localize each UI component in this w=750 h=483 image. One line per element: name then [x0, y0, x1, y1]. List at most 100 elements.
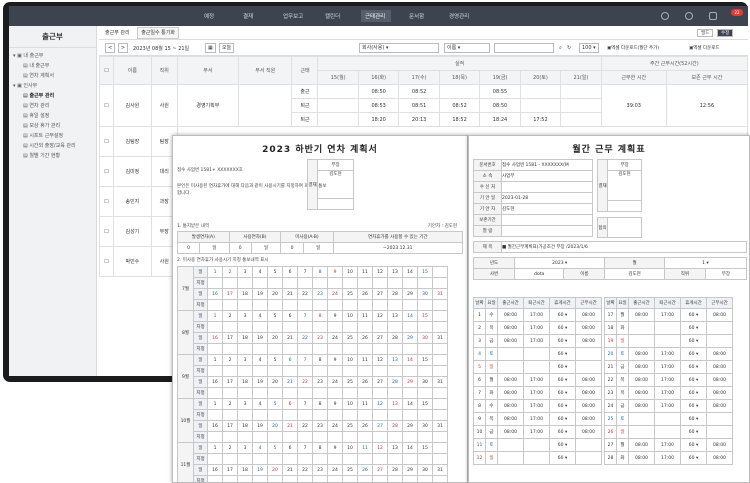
calendar-mark-checkbox[interactable]: [342, 453, 358, 465]
plan-cell-rest[interactable]: 60 ▾: [680, 347, 707, 361]
calendar-mark-checkbox[interactable]: [252, 299, 268, 311]
calendar-mark-checkbox[interactable]: [342, 409, 358, 421]
calendar-mark-checkbox[interactable]: [387, 343, 403, 355]
plan-cell-rest[interactable]: 60 ▾: [680, 425, 707, 439]
calendar-mark-checkbox[interactable]: [282, 387, 298, 399]
calendar-mark-checkbox[interactable]: [357, 387, 373, 399]
calendar-mark-checkbox[interactable]: [252, 365, 268, 377]
calendar-mark-checkbox[interactable]: [282, 431, 298, 443]
table-row[interactable]: ☐ 김사원 사원 경영기획부 출근 08:50 08:52 08:55 39:0…: [99, 84, 748, 127]
plan-cell-out[interactable]: [523, 451, 550, 465]
plan-cell-rest[interactable]: 60 ▾: [549, 386, 576, 400]
calendar-mark-checkbox[interactable]: [432, 321, 448, 333]
calendar-mark-checkbox[interactable]: [432, 409, 448, 421]
plan-cell-rest[interactable]: 60 ▾: [549, 334, 576, 348]
calendar-mark-checkbox[interactable]: [327, 299, 343, 311]
calendar-mark-checkbox[interactable]: [402, 343, 418, 355]
calendar-mark-checkbox[interactable]: [222, 431, 238, 443]
calendar-mark-checkbox[interactable]: [282, 299, 298, 311]
calendar-mark-checkbox[interactable]: [432, 343, 448, 355]
calendar-mark-checkbox[interactable]: [252, 475, 268, 482]
calendar-mark-checkbox[interactable]: [432, 299, 448, 311]
calendar-mark-checkbox[interactable]: [207, 431, 223, 443]
calendar-mark-checkbox[interactable]: [432, 365, 448, 377]
calendar-mark-checkbox[interactable]: [207, 475, 223, 482]
plan-cell-rest[interactable]: 60 ▾: [680, 373, 707, 387]
calendar-mark-checkbox[interactable]: [342, 365, 358, 377]
plan-cell-in[interactable]: [497, 451, 524, 465]
calendar-mark-checkbox[interactable]: [357, 343, 373, 355]
calendar-mark-checkbox[interactable]: [402, 387, 418, 399]
calendar-mark-checkbox[interactable]: [207, 321, 223, 333]
calendar-mark-checkbox[interactable]: [237, 475, 253, 482]
calendar-mark-checkbox[interactable]: [267, 409, 283, 421]
plan-cell-in[interactable]: 08:00: [497, 386, 524, 400]
calendar-mark-checkbox[interactable]: [282, 343, 298, 355]
calendar-mark-checkbox[interactable]: [417, 453, 433, 465]
calendar-mark-checkbox[interactable]: [252, 409, 268, 421]
plan-cell-in[interactable]: 08:00: [628, 347, 655, 361]
calendar-mark-checkbox[interactable]: [312, 321, 328, 333]
calendar-mark-checkbox[interactable]: [267, 431, 283, 443]
calendar-mark-checkbox[interactable]: [297, 343, 313, 355]
calendar-mark-checkbox[interactable]: [207, 387, 223, 399]
settings-icon[interactable]: [661, 12, 669, 20]
plan-cell-in[interactable]: [628, 425, 655, 439]
plan-cell-out[interactable]: 17:00: [523, 412, 550, 426]
calendar-mark-checkbox[interactable]: [207, 409, 223, 421]
sidebar-item-my-attendance[interactable]: ▾ ▣ 내 출근부: [13, 51, 92, 61]
calendar-mark-checkbox[interactable]: [342, 299, 358, 311]
calendar-mark-checkbox[interactable]: [237, 453, 253, 465]
search-icon[interactable]: ⌕: [559, 45, 562, 51]
nav-item-5[interactable]: 문서함: [409, 12, 424, 20]
calendar-mark-checkbox[interactable]: [387, 431, 403, 443]
calendar-mark-checkbox[interactable]: [237, 321, 253, 333]
plan-cell-out[interactable]: [523, 360, 550, 374]
calendar-mark-checkbox[interactable]: [327, 343, 343, 355]
calendar-mark-checkbox[interactable]: [402, 431, 418, 443]
calendar-mark-checkbox[interactable]: [417, 321, 433, 333]
calendar-mark-checkbox[interactable]: [267, 277, 283, 289]
calendar-mark-checkbox[interactable]: [252, 387, 268, 399]
calendar-mark-checkbox[interactable]: [222, 343, 238, 355]
plan-cell-out[interactable]: 17:00: [654, 386, 681, 400]
calendar-mark-checkbox[interactable]: [207, 365, 223, 377]
calendar-mark-checkbox[interactable]: [267, 321, 283, 333]
calendar-mark-checkbox[interactable]: [342, 343, 358, 355]
plan-cell-rest[interactable]: 60 ▾: [680, 321, 707, 335]
calendar-mark-checkbox[interactable]: [207, 343, 223, 355]
calendar-mark-checkbox[interactable]: [327, 277, 343, 289]
calendar-mark-checkbox[interactable]: [312, 431, 328, 443]
calendar-mark-checkbox[interactable]: [327, 365, 343, 377]
calendar-mark-checkbox[interactable]: [357, 409, 373, 421]
row-checkbox[interactable]: ☐: [99, 186, 114, 217]
calendar-mark-checkbox[interactable]: [342, 321, 358, 333]
calendar-mark-checkbox[interactable]: [297, 409, 313, 421]
plan-cell-out[interactable]: [523, 438, 550, 452]
calendar-mark-checkbox[interactable]: [372, 453, 388, 465]
calendar-mark-checkbox[interactable]: [207, 299, 223, 311]
plan-cell-in[interactable]: 08:00: [628, 438, 655, 452]
calendar-mark-checkbox[interactable]: [252, 431, 268, 443]
calendar-mark-checkbox[interactable]: [402, 299, 418, 311]
excel-download-extra-button[interactable]: ▣엑셀 다운로드(월단 추가): [607, 45, 659, 51]
calendar-mark-checkbox[interactable]: [237, 387, 253, 399]
calendar-mark-checkbox[interactable]: [222, 453, 238, 465]
plan-cell-in[interactable]: 08:00: [497, 412, 524, 426]
calendar-mark-checkbox[interactable]: [357, 431, 373, 443]
calendar-mark-checkbox[interactable]: [222, 409, 238, 421]
plan-cell-rest[interactable]: 60 ▾: [680, 360, 707, 374]
tab-workday-sync[interactable]: 출근일수 통기화: [137, 27, 179, 39]
calendar-mark-checkbox[interactable]: [267, 387, 283, 399]
month-select[interactable]: 1 ▾: [663, 257, 748, 269]
calendar-mark-checkbox[interactable]: [387, 277, 403, 289]
calendar-mark-checkbox[interactable]: [237, 299, 253, 311]
calendar-mark-checkbox[interactable]: [372, 475, 388, 482]
plan-cell-in[interactable]: 08:00: [628, 373, 655, 387]
calendar-mark-checkbox[interactable]: [312, 453, 328, 465]
sidebar-item-leave-plan[interactable]: ▤ 연차 계획서: [13, 71, 92, 81]
plan-cell-rest[interactable]: 60 ▾: [549, 373, 576, 387]
sidebar-item-attendance-manage[interactable]: ▤ 출근부 관리: [13, 91, 92, 101]
calendar-mark-checkbox[interactable]: [222, 277, 238, 289]
calendar-mark-checkbox[interactable]: [267, 343, 283, 355]
